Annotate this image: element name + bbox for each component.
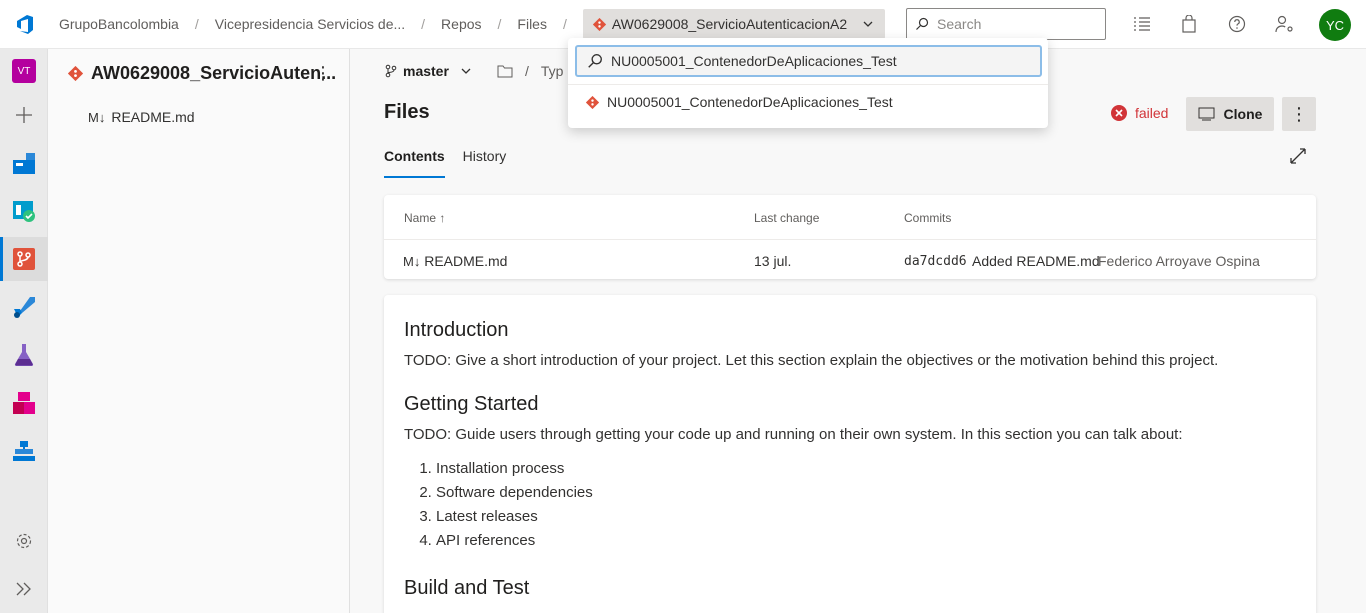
commit-message: Added README.md bbox=[972, 253, 1100, 269]
git-repo-icon bbox=[592, 17, 606, 31]
dropdown-divider bbox=[568, 84, 1048, 85]
git-repo-icon bbox=[68, 66, 83, 81]
breadcrumb-separator: / bbox=[562, 16, 567, 32]
repo-option[interactable]: NU0005001_ContenedorDeAplicaciones_Test bbox=[586, 94, 893, 110]
project-badge-label: VT bbox=[12, 59, 36, 83]
tree-item-readme[interactable]: M↓ README.md bbox=[88, 109, 195, 125]
breadcrumb-repo-label: AW0629008_ServicioAutenticacionA2 bbox=[611, 16, 848, 32]
boards-icon[interactable] bbox=[0, 189, 48, 233]
more-actions-button[interactable]: ⋮ bbox=[1282, 97, 1316, 131]
page-title: Files bbox=[384, 101, 430, 123]
git-repo-icon bbox=[586, 95, 599, 109]
environments-icon[interactable] bbox=[0, 429, 48, 473]
commit-hash[interactable]: da7dcdd6 bbox=[904, 254, 967, 269]
expand-nav-icon[interactable] bbox=[0, 567, 48, 611]
artifacts-icon[interactable] bbox=[0, 381, 48, 425]
sort-ascending-icon: ↑ bbox=[439, 211, 446, 225]
breadcrumb-project[interactable]: Vicepresidencia Servicios de... bbox=[215, 16, 405, 32]
path-placeholder: Typ bbox=[540, 63, 564, 79]
markdown-icon: M↓ bbox=[88, 109, 106, 125]
search-icon bbox=[916, 17, 929, 30]
repo-selector-dropdown: NU0005001_ContenedorDeAplicaciones_Test bbox=[568, 38, 1048, 128]
avatar[interactable]: YC bbox=[1319, 9, 1351, 41]
readme-paragraph: TODO: Guide users through getting your c… bbox=[404, 426, 1183, 443]
clone-button[interactable]: Clone bbox=[1186, 97, 1274, 131]
readme-heading-introduction: Introduction bbox=[404, 319, 509, 341]
list-item: Latest releases bbox=[436, 505, 1296, 529]
readme-preview: Introduction TODO: Give a short introduc… bbox=[384, 295, 1316, 613]
tab-history[interactable]: History bbox=[463, 148, 507, 178]
search-icon bbox=[588, 54, 602, 68]
column-header-commits[interactable]: Commits bbox=[904, 211, 951, 225]
tree-item-label: README.md bbox=[111, 109, 195, 125]
repo-title-label: AW0629008_ServicioAuten... bbox=[91, 63, 337, 83]
readme-steps-list: Installation process Software dependenci… bbox=[436, 457, 1296, 553]
table-divider bbox=[384, 239, 1316, 240]
help-icon[interactable] bbox=[1226, 13, 1248, 35]
breadcrumb-files[interactable]: Files bbox=[517, 16, 547, 32]
repo-search-field[interactable] bbox=[575, 45, 1042, 77]
clone-label: Clone bbox=[1223, 106, 1263, 122]
fullscreen-icon[interactable] bbox=[1289, 147, 1307, 168]
search-placeholder: Search bbox=[937, 16, 982, 32]
shopping-bag-icon[interactable] bbox=[1178, 13, 1200, 35]
breadcrumb-separator: / bbox=[194, 16, 199, 32]
readme-paragraph: TODO: Give a short introduction of your … bbox=[404, 352, 1219, 369]
breadcrumb-repos[interactable]: Repos bbox=[441, 16, 481, 32]
pipelines-icon[interactable] bbox=[0, 285, 48, 329]
tab-contents[interactable]: Contents bbox=[384, 148, 445, 178]
chevron-down-icon bbox=[461, 68, 471, 74]
readme-heading-getting-started: Getting Started bbox=[404, 393, 539, 415]
more-options-icon[interactable]: ⋮ bbox=[314, 63, 332, 84]
repo-explorer-panel: AW0629008_ServicioAuten... ⋮ M↓ README.m… bbox=[48, 49, 350, 613]
repos-icon[interactable] bbox=[0, 237, 48, 281]
breadcrumb-separator: / bbox=[421, 16, 426, 32]
branch-selector[interactable]: master bbox=[385, 63, 473, 79]
column-header-last-change[interactable]: Last change bbox=[754, 211, 819, 225]
commit-author: Federico Arroyave Ospina bbox=[1098, 253, 1260, 269]
last-change-cell: 13 jul. bbox=[754, 253, 792, 269]
search-box[interactable]: Search bbox=[906, 8, 1106, 40]
overview-icon[interactable] bbox=[0, 141, 48, 185]
files-table: Name ↑ Last change Commits M↓ README.md … bbox=[384, 195, 1316, 279]
breadcrumb-repo-selector[interactable]: AW0629008_ServicioAutenticacionA2 bbox=[582, 9, 886, 39]
status-label: failed bbox=[1135, 105, 1169, 121]
main-content: master / Typ Files failed Clone ⋮ Conten… bbox=[351, 49, 1366, 613]
chevron-down-icon bbox=[863, 21, 873, 27]
clone-icon bbox=[1198, 107, 1215, 121]
path-separator: / bbox=[525, 63, 529, 79]
project-badge[interactable]: VT bbox=[0, 49, 48, 93]
task-list-icon[interactable] bbox=[1131, 13, 1153, 35]
status-badge[interactable]: failed bbox=[1111, 105, 1168, 121]
breadcrumb-org[interactable]: GrupoBancolombia bbox=[59, 16, 179, 32]
list-item: API references bbox=[436, 529, 1296, 553]
project-settings-icon[interactable] bbox=[0, 519, 48, 563]
breadcrumb-separator: / bbox=[497, 16, 502, 32]
list-item: Software dependencies bbox=[436, 481, 1296, 505]
markdown-icon: M↓ bbox=[403, 254, 421, 269]
failed-icon bbox=[1111, 105, 1127, 121]
list-item: Installation process bbox=[436, 457, 1296, 481]
branch-icon bbox=[385, 64, 397, 78]
folder-icon bbox=[497, 65, 513, 78]
readme-heading-build-and-test: Build and Test bbox=[404, 577, 530, 599]
branch-label: master bbox=[403, 63, 449, 79]
repo-title[interactable]: AW0629008_ServicioAuten... bbox=[68, 63, 336, 84]
azure-devops-logo[interactable] bbox=[0, 0, 48, 48]
column-header-name[interactable]: Name ↑ bbox=[404, 211, 445, 225]
test-plans-icon[interactable] bbox=[0, 333, 48, 377]
left-nav: VT bbox=[0, 49, 48, 613]
path-bar[interactable]: / Typ bbox=[497, 63, 563, 79]
repo-option-label: NU0005001_ContenedorDeAplicaciones_Test bbox=[607, 94, 893, 110]
user-settings-icon[interactable] bbox=[1274, 13, 1296, 35]
add-icon[interactable] bbox=[0, 93, 48, 137]
file-name-cell[interactable]: M↓ README.md bbox=[403, 253, 507, 269]
repo-search-input[interactable] bbox=[611, 53, 1031, 69]
tab-bar: Contents History bbox=[384, 148, 506, 178]
